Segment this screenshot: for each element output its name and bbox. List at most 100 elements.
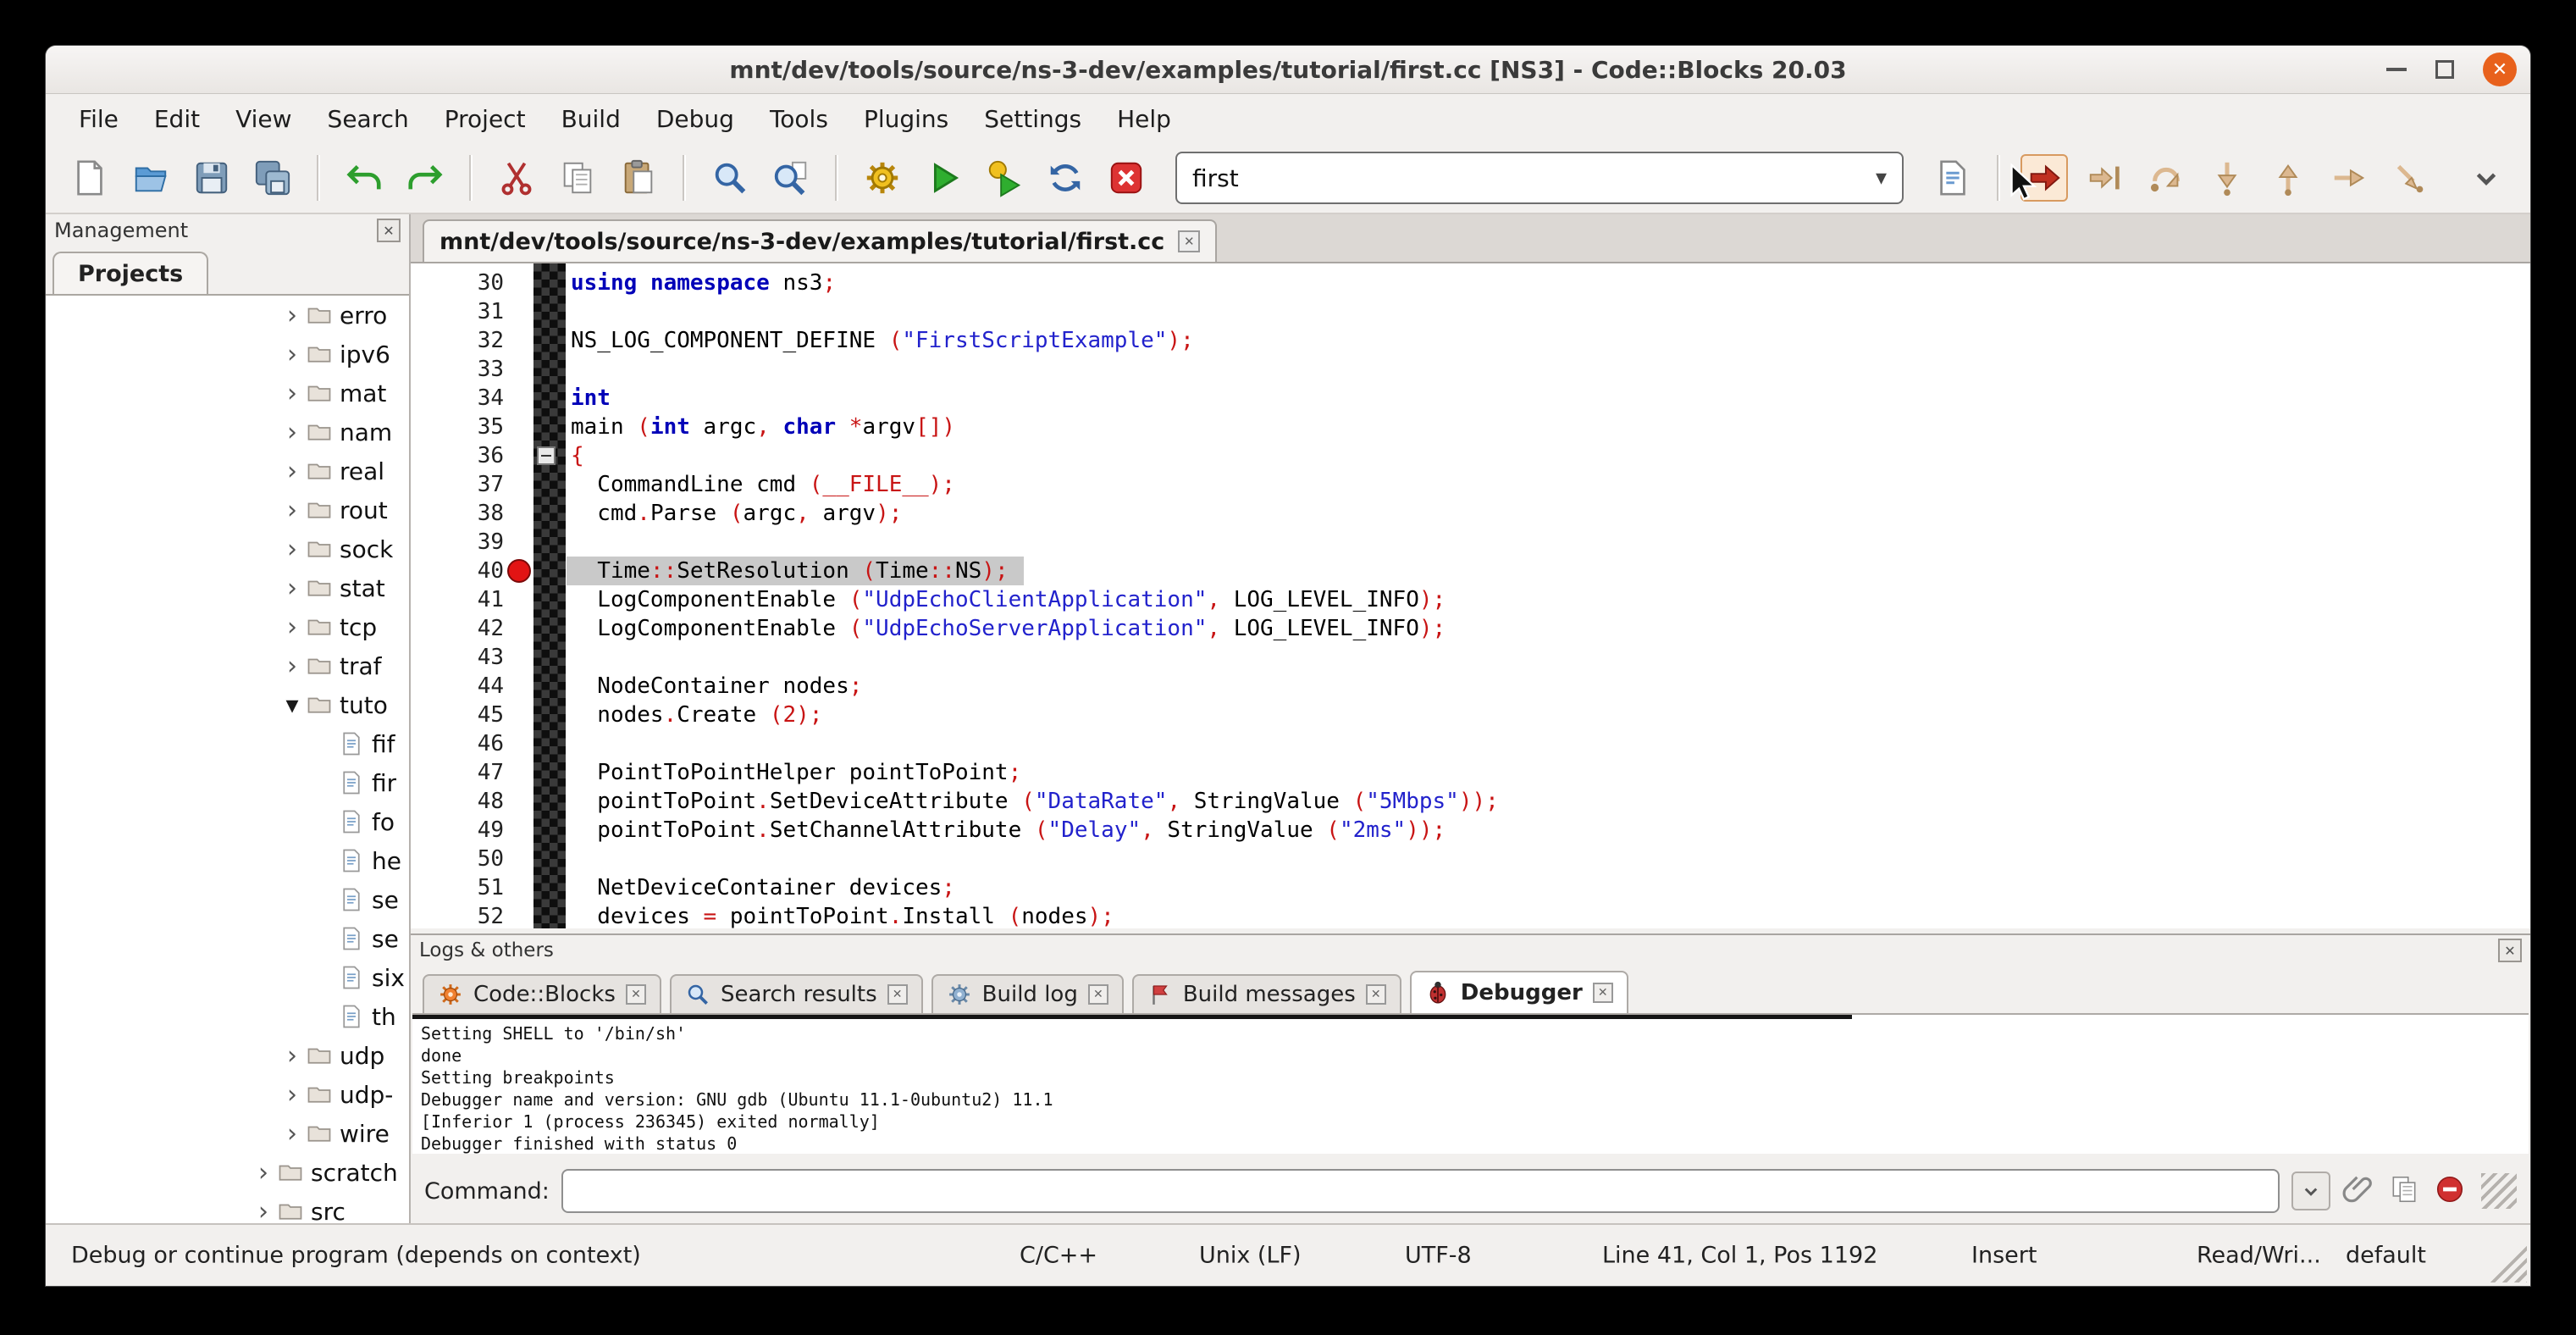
menu-plugins[interactable]: Plugins bbox=[846, 100, 966, 138]
menu-search[interactable]: Search bbox=[310, 100, 427, 138]
step-out-button[interactable] bbox=[2264, 154, 2312, 202]
editor-tab-close-icon[interactable]: ✕ bbox=[1178, 230, 1200, 252]
expand-arrow-icon[interactable]: › bbox=[278, 340, 307, 369]
tree-item-udp[interactable]: ›udp bbox=[46, 1036, 409, 1075]
tab-close-icon[interactable]: ✕ bbox=[887, 984, 908, 1005]
expand-arrow-icon[interactable]: › bbox=[278, 379, 307, 408]
menu-debug[interactable]: Debug bbox=[638, 100, 752, 138]
tree-item-ipv6[interactable]: ›ipv6 bbox=[46, 335, 409, 374]
menu-tools[interactable]: Tools bbox=[752, 100, 846, 138]
open-file-button[interactable] bbox=[127, 154, 174, 202]
tree-item-se[interactable]: se bbox=[46, 919, 409, 958]
expand-arrow-icon[interactable]: › bbox=[278, 1080, 307, 1110]
find-button[interactable] bbox=[706, 154, 754, 202]
chevron-down-icon[interactable]: ▾ bbox=[1876, 165, 1887, 191]
code-line-45[interactable]: 45 nodes.Create (2); bbox=[411, 701, 2530, 729]
tree-item-se[interactable]: se bbox=[46, 880, 409, 919]
cut-button[interactable] bbox=[493, 154, 540, 202]
paste-button[interactable] bbox=[615, 154, 662, 202]
stop-button[interactable] bbox=[2434, 1173, 2466, 1209]
menu-file[interactable]: File bbox=[61, 100, 136, 138]
code-line-42[interactable]: 42 LogComponentEnable ("UdpEchoServerApp… bbox=[411, 614, 2530, 643]
code-line-39[interactable]: 39 bbox=[411, 528, 2530, 557]
tree-item-th[interactable]: th bbox=[46, 997, 409, 1036]
logs-tab-build-log[interactable]: Build log✕ bbox=[931, 974, 1124, 1013]
save-all-button[interactable] bbox=[249, 154, 296, 202]
fold-marker-icon[interactable] bbox=[537, 446, 556, 465]
menu-help[interactable]: Help bbox=[1099, 100, 1189, 138]
save-file-button[interactable] bbox=[188, 154, 235, 202]
tree-item-real[interactable]: ›real bbox=[46, 451, 409, 490]
expand-arrow-icon[interactable]: › bbox=[278, 1041, 307, 1071]
tree-item-udp[interactable]: ›udp- bbox=[46, 1075, 409, 1114]
rebuild-button[interactable] bbox=[1042, 154, 1089, 202]
code-line-40[interactable]: 40 Time::SetResolution (Time::NS); bbox=[411, 557, 2530, 585]
redo-button[interactable] bbox=[401, 154, 449, 202]
minimize-button[interactable] bbox=[2386, 68, 2407, 71]
expand-arrow-icon[interactable]: › bbox=[278, 612, 307, 642]
tab-close-icon[interactable]: ✕ bbox=[1366, 984, 1386, 1005]
logs-tab-debugger[interactable]: Debugger✕ bbox=[1410, 971, 1628, 1013]
logs-tab-build-messages[interactable]: Build messages✕ bbox=[1132, 974, 1401, 1013]
tree-item-fir[interactable]: fir bbox=[46, 763, 409, 802]
tree-item-src[interactable]: ›src bbox=[46, 1192, 409, 1223]
copy-button[interactable] bbox=[554, 154, 601, 202]
tree-item-he[interactable]: he bbox=[46, 841, 409, 880]
copy-button[interactable] bbox=[2388, 1173, 2420, 1209]
code-area[interactable]: 30using namespace ns3;3132NS_LOG_COMPONE… bbox=[411, 263, 2530, 928]
expand-arrow-icon[interactable]: › bbox=[278, 457, 307, 486]
tree-item-mat[interactable]: ›mat bbox=[46, 374, 409, 413]
tree-item-sock[interactable]: ›sock bbox=[46, 529, 409, 568]
code-line-52[interactable]: 52 devices = pointToPoint.Install (nodes… bbox=[411, 902, 2530, 928]
code-line-32[interactable]: 32NS_LOG_COMPONENT_DEFINE ("FirstScriptE… bbox=[411, 326, 2530, 355]
menu-edit[interactable]: Edit bbox=[136, 100, 218, 138]
tree-item-nam[interactable]: ›nam bbox=[46, 413, 409, 451]
next-instruction-button[interactable] bbox=[2325, 154, 2373, 202]
code-line-44[interactable]: 44 NodeContainer nodes; bbox=[411, 672, 2530, 701]
step-into-button[interactable] bbox=[2203, 154, 2251, 202]
tree-item-tuto[interactable]: ▾tuto bbox=[46, 685, 409, 724]
expand-arrow-icon[interactable]: › bbox=[278, 301, 307, 330]
tab-close-icon[interactable]: ✕ bbox=[1593, 983, 1613, 1003]
code-line-30[interactable]: 30using namespace ns3; bbox=[411, 269, 2530, 297]
next-line-button[interactable] bbox=[2142, 154, 2190, 202]
close-button[interactable]: ✕ bbox=[2483, 53, 2517, 86]
expand-arrow-icon[interactable]: › bbox=[278, 651, 307, 681]
editor-tab-first-cc[interactable]: mnt/dev/tools/source/ns-3-dev/examples/t… bbox=[423, 219, 1217, 262]
expand-arrow-icon[interactable]: › bbox=[278, 496, 307, 525]
code-line-50[interactable]: 50 bbox=[411, 845, 2530, 873]
logs-close-icon[interactable]: ✕ bbox=[2498, 939, 2522, 962]
build-and-run-button[interactable] bbox=[981, 154, 1028, 202]
abort-build-button[interactable] bbox=[1103, 154, 1150, 202]
menu-view[interactable]: View bbox=[218, 100, 309, 138]
window-resize-grip[interactable] bbox=[2485, 1240, 2527, 1282]
tree-item-erro[interactable]: ›erro bbox=[46, 296, 409, 335]
collapse-arrow-icon[interactable]: ▾ bbox=[278, 690, 307, 720]
expand-arrow-icon[interactable]: › bbox=[278, 1119, 307, 1149]
code-line-47[interactable]: 47 PointToPointHelper pointToPoint; bbox=[411, 758, 2530, 787]
step-into-instruction-button[interactable] bbox=[2386, 154, 2434, 202]
management-close-icon[interactable]: ✕ bbox=[377, 219, 401, 242]
panel-resize-grip[interactable] bbox=[2481, 1173, 2517, 1209]
breakpoint-icon[interactable] bbox=[507, 559, 531, 583]
code-line-37[interactable]: 37 CommandLine cmd (__FILE__); bbox=[411, 470, 2530, 499]
code-line-46[interactable]: 46 bbox=[411, 729, 2530, 758]
code-line-49[interactable]: 49 pointToPoint.SetChannelAttribute ("De… bbox=[411, 816, 2530, 845]
expand-arrow-icon[interactable]: › bbox=[249, 1158, 278, 1188]
code-line-43[interactable]: 43 bbox=[411, 643, 2530, 672]
code-line-51[interactable]: 51 NetDeviceContainer devices; bbox=[411, 873, 2530, 902]
logs-tab-search-results[interactable]: Search results✕ bbox=[670, 974, 923, 1013]
tree-item-fo[interactable]: fo bbox=[46, 802, 409, 841]
expand-arrow-icon[interactable]: › bbox=[278, 573, 307, 603]
tree-item-traf[interactable]: ›traf bbox=[46, 646, 409, 685]
undo-button[interactable] bbox=[340, 154, 388, 202]
tree-item-wire[interactable]: ›wire bbox=[46, 1114, 409, 1153]
code-line-36[interactable]: 36{ bbox=[411, 441, 2530, 470]
code-line-31[interactable]: 31 bbox=[411, 297, 2530, 326]
code-line-38[interactable]: 38 cmd.Parse (argc, argv); bbox=[411, 499, 2530, 528]
tree-item-scratch[interactable]: ›scratch bbox=[46, 1153, 409, 1192]
code-line-41[interactable]: 41 LogComponentEnable ("UdpEchoClientApp… bbox=[411, 585, 2530, 614]
attach-button[interactable] bbox=[2342, 1173, 2374, 1209]
search-combobox[interactable]: first▾ bbox=[1175, 152, 1904, 204]
expand-arrow-icon[interactable]: › bbox=[278, 535, 307, 564]
